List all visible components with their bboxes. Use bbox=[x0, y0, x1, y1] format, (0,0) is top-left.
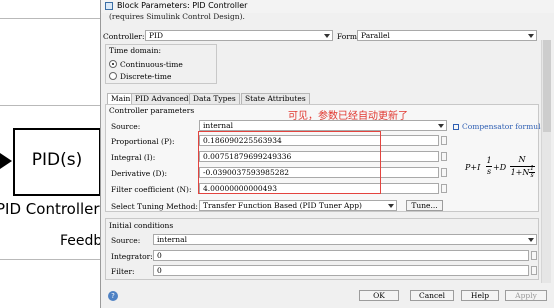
proportional-dialog-button[interactable] bbox=[441, 136, 447, 145]
chevron-down-icon bbox=[324, 34, 330, 38]
help-icon[interactable]: ? bbox=[108, 291, 118, 301]
continuous-time-label: Continuous-time bbox=[120, 60, 183, 69]
compensator-formula-link[interactable]: Compensator formula bbox=[453, 122, 545, 131]
source-select-value: internal bbox=[203, 121, 233, 130]
formula-mid: +D bbox=[493, 163, 507, 172]
formula-s: s bbox=[486, 167, 492, 176]
formula-one: 1 bbox=[486, 156, 492, 165]
controller-select-value: PID bbox=[149, 31, 164, 40]
window-icon bbox=[105, 2, 113, 10]
source-label: Source: bbox=[111, 122, 141, 131]
tuning-method-value: Transfer Function Based (PID Tuner App) bbox=[203, 201, 362, 210]
help-button[interactable]: Help bbox=[461, 290, 499, 301]
formula-lead: P+I bbox=[465, 163, 481, 172]
param-label-integral: Integral (I): bbox=[111, 153, 156, 162]
time-domain-label: Time domain: bbox=[109, 46, 161, 55]
formula-den-s: s bbox=[530, 172, 534, 179]
filter-dialog-button[interactable] bbox=[441, 184, 447, 193]
tuning-method-select[interactable]: Transfer Function Based (PID Tuner App) bbox=[199, 200, 397, 211]
filter-input[interactable]: 0 bbox=[153, 265, 529, 276]
input-arrow-icon bbox=[0, 153, 12, 169]
formula-den-one: 1 bbox=[530, 165, 534, 172]
canvas-line bbox=[0, 259, 100, 260]
init-source-label: Source: bbox=[111, 236, 141, 245]
filter-dialog-button[interactable] bbox=[531, 266, 537, 275]
pid-block-label: PID(s) bbox=[31, 150, 83, 170]
tab-state-attributes[interactable]: State Attributes bbox=[241, 93, 310, 104]
cancel-button[interactable]: Cancel bbox=[410, 290, 454, 301]
param-label-proportional: Proportional (P): bbox=[111, 137, 175, 146]
discrete-time-radio[interactable] bbox=[109, 72, 117, 80]
discrete-time-label: Discrete-time bbox=[120, 72, 172, 81]
tuning-method-label: Select Tuning Method: bbox=[111, 202, 198, 211]
integrator-dialog-button[interactable] bbox=[531, 251, 537, 260]
canvas-line bbox=[0, 105, 100, 106]
chevron-down-icon bbox=[438, 124, 444, 128]
canvas-line bbox=[0, 18, 100, 19]
continuous-time-radio[interactable] bbox=[109, 60, 117, 68]
annotation-highlight-box bbox=[198, 131, 381, 194]
dialog-title: Block Parameters: PID Controller bbox=[117, 1, 248, 10]
minus-box-icon bbox=[453, 124, 459, 130]
form-select[interactable]: Parallel bbox=[357, 30, 537, 41]
pid-block-caption: PID Controller bbox=[0, 200, 100, 218]
init-source-select[interactable]: internal bbox=[153, 234, 537, 245]
compensator-formula: P+I 1 s +D N 1+N 1 s bbox=[465, 153, 537, 189]
param-label-derivative: Derivative (D): bbox=[111, 169, 168, 178]
chevron-down-icon bbox=[528, 34, 534, 38]
integrator-input[interactable]: 0 bbox=[153, 250, 529, 261]
description-text: (requires Simulink Control Design). bbox=[109, 12, 245, 21]
integral-dialog-button[interactable] bbox=[441, 152, 447, 161]
tab-data-types[interactable]: Data Types bbox=[189, 93, 240, 104]
tab-pid-advanced[interactable]: PID Advanced bbox=[131, 93, 193, 104]
form-select-value: Parallel bbox=[361, 31, 390, 40]
controller-parameters-title: Controller parameters bbox=[109, 106, 195, 115]
filter-label: Filter: bbox=[111, 267, 135, 276]
derivative-dialog-button[interactable] bbox=[441, 168, 447, 177]
pid-controller-block[interactable]: PID(s) bbox=[13, 128, 101, 196]
chevron-down-icon bbox=[388, 204, 394, 208]
vertical-scrollbar[interactable] bbox=[541, 40, 551, 283]
controller-label: Controller: bbox=[103, 32, 145, 41]
scrollbar-thumb[interactable] bbox=[543, 40, 551, 132]
tune-button[interactable]: Tune... bbox=[406, 200, 443, 211]
block-parameters-dialog: Block Parameters: PID Controller (requir… bbox=[100, 0, 554, 308]
chevron-down-icon bbox=[528, 238, 534, 242]
param-label-filter: Filter coefficient (N): bbox=[111, 185, 192, 194]
initial-conditions-title: Initial conditions bbox=[109, 221, 174, 230]
formula-n: N bbox=[518, 155, 526, 164]
source-select[interactable]: internal bbox=[199, 120, 447, 131]
feedback-caption: Feedb bbox=[60, 233, 103, 249]
init-source-value: internal bbox=[157, 235, 187, 244]
integrator-label: Integrator: bbox=[111, 252, 153, 261]
controller-select[interactable]: PID bbox=[145, 30, 333, 41]
compensator-formula-label: Compensator formula bbox=[462, 122, 545, 131]
formula-den: 1+N bbox=[510, 168, 530, 177]
apply-button[interactable]: Apply bbox=[505, 290, 547, 301]
ok-button[interactable]: OK bbox=[359, 290, 399, 301]
